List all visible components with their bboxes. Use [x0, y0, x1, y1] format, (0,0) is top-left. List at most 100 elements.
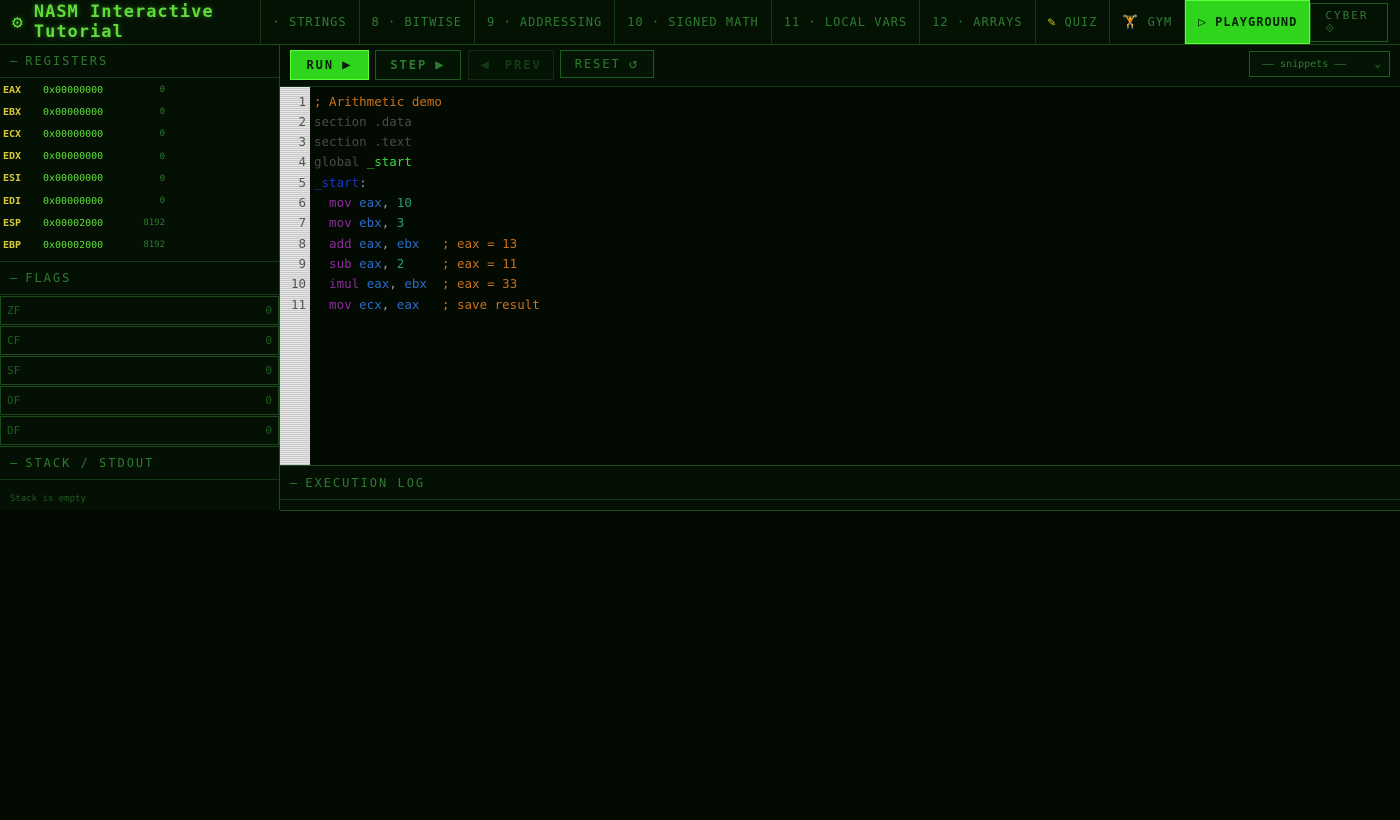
prev-button[interactable]: ◀ PREV	[468, 50, 554, 80]
log-header: — EXECUTION LOG	[280, 466, 1400, 500]
register-name: EDI	[3, 195, 22, 207]
register-dec: 8192	[143, 240, 165, 251]
code-token: ; eax = 33	[426, 276, 518, 292]
snippets-select[interactable]: —— snippets —— ⌄	[1249, 51, 1390, 77]
code-token: 10	[396, 195, 412, 210]
register-dec: 0	[159, 196, 165, 207]
code-line: 2 section .data	[280, 111, 412, 131]
code-token: _start	[366, 154, 412, 170]
code-line: 4 global _start	[280, 152, 412, 172]
code-line: 5 _start:	[280, 172, 367, 192]
code-editor[interactable]: 1 ; Arithmetic demo 2 section .data 3 section…	[280, 87, 1400, 466]
register-row: ECX 0x00000000 0	[0, 123, 279, 145]
line-number: 5	[298, 174, 306, 190]
flags-title: FLAGS	[25, 270, 72, 285]
code-text: sub eax, 2 ; eax = 11	[314, 256, 517, 271]
flag-row: OF 0	[0, 385, 279, 415]
code-token: 3	[396, 215, 405, 231]
register-row: EBX 0x00000000 0	[0, 101, 279, 123]
code-token: eax	[359, 255, 382, 271]
reset-button[interactable]: RESET ↺	[560, 50, 654, 78]
run-button[interactable]: RUN ▶	[290, 50, 369, 80]
register-row: EDI 0x00000000 0	[0, 190, 279, 212]
code-text: section .text	[314, 134, 412, 149]
play-icon: ▶	[435, 57, 446, 73]
register-row: ESP 0x00002000 8192	[0, 212, 279, 234]
tab-label: 11 · LOCAL VARS	[783, 15, 908, 29]
code-token: ,	[381, 235, 397, 251]
register-dec: 0	[159, 173, 165, 184]
flag-name: ZF	[7, 303, 21, 317]
tab-quiz[interactable]: ✎ QUIZ	[1036, 0, 1111, 44]
tab-label: PLAYGROUND	[1215, 15, 1298, 29]
code-token: mov	[314, 195, 360, 210]
tab-arrays[interactable]: 12 · ARRAYS	[920, 0, 1036, 44]
code-token: imul	[314, 276, 367, 292]
dash-icon: —	[10, 270, 20, 285]
theme-toggle-button[interactable]: CYBER ⟐	[1310, 2, 1388, 42]
dash-icon: —	[290, 475, 300, 490]
register-dec: 0	[159, 129, 165, 140]
tab-local-vars[interactable]: 11 · LOCAL VARS	[772, 0, 921, 44]
register-dec: 8192	[143, 218, 165, 229]
register-list: EAX 0x00000000 0 EBX 0x00000000 0 ECX 0x00000…	[0, 78, 279, 257]
code-token: ebx	[404, 276, 427, 292]
register-dec: 0	[159, 85, 165, 96]
register-row: EAX 0x00000000 0	[0, 79, 279, 101]
play-icon: ▷	[1198, 14, 1208, 30]
code-text: imul eax, ebx ; eax = 33	[314, 276, 517, 291]
code-token: mov	[314, 215, 360, 231]
dumbbell-icon: 🏋	[1122, 14, 1140, 30]
flag-row: CF 0	[0, 325, 279, 355]
code-text: mov ebx, 3	[314, 215, 404, 230]
code-text: _start:	[314, 175, 367, 190]
play-icon: ▶	[342, 57, 353, 73]
line-number: 10	[290, 276, 306, 292]
code-token: global	[314, 154, 367, 170]
code-line: 10 imul eax, ebx ; eax = 33	[280, 274, 517, 294]
register-dec: 0	[159, 151, 165, 162]
tab-bitwise[interactable]: 8 · BITWISE	[360, 0, 476, 44]
code-text: mov ecx, eax ; save result	[314, 297, 540, 312]
execution-log: — EXECUTION LOG	[280, 466, 1400, 511]
tab-signed-math[interactable]: 10 · SIGNED MATH	[615, 0, 772, 44]
code-token: _start	[314, 174, 360, 190]
code-token: sub	[314, 255, 360, 271]
tab-strings[interactable]: · STRINGS	[261, 0, 360, 44]
flag-value: 0	[265, 303, 272, 317]
tab-playground[interactable]: ▷ PLAYGROUND	[1185, 0, 1311, 44]
register-dec: 0	[159, 107, 165, 118]
app-brand: ⚙ NASM Interactive Tutorial	[0, 0, 261, 44]
flag-row: DF 0	[0, 415, 279, 445]
code-token: ,	[381, 296, 397, 312]
register-name: ESP	[3, 217, 22, 229]
sidebar: — REGISTERS EAX 0x00000000 0 EBX 0x00000000…	[0, 45, 280, 510]
register-name: EBX	[3, 106, 22, 118]
flag-name: SF	[7, 363, 21, 377]
flag-name: OF	[7, 393, 21, 407]
code-token: eax	[366, 276, 390, 292]
tab-addressing[interactable]: 9 · ADDRESSING	[475, 0, 616, 44]
code-text: global _start	[314, 154, 412, 169]
lesson-tabs: · STRINGS 8 · BITWISE 9 · ADDRESSING 10 …	[261, 0, 1311, 44]
log-title: EXECUTION LOG	[305, 475, 426, 490]
line-number: 7	[298, 215, 306, 231]
app-title: NASM Interactive Tutorial	[33, 2, 214, 42]
registers-title: REGISTERS	[25, 54, 109, 68]
code-line: 8 add eax, ebx ; eax = 13	[280, 233, 517, 253]
tab-gym[interactable]: 🏋 GYM	[1110, 0, 1186, 44]
step-button[interactable]: STEP ▶	[375, 50, 461, 80]
step-label: STEP	[390, 58, 428, 72]
line-number: 2	[298, 113, 306, 129]
code-text: section .data	[314, 114, 412, 129]
flag-name: DF	[7, 423, 21, 437]
register-hex: 0x00000000	[43, 195, 104, 207]
reset-icon: ↺	[628, 56, 640, 72]
pencil-icon: ✎	[1047, 14, 1057, 30]
code-token: ,	[381, 195, 397, 210]
code-token: mov	[314, 296, 360, 312]
register-name: EBP	[3, 239, 22, 251]
register-row: EBP 0x00002000 8192	[0, 234, 279, 256]
code-token: ,	[381, 255, 397, 271]
tab-label: 10 · SIGNED MATH	[627, 15, 759, 29]
